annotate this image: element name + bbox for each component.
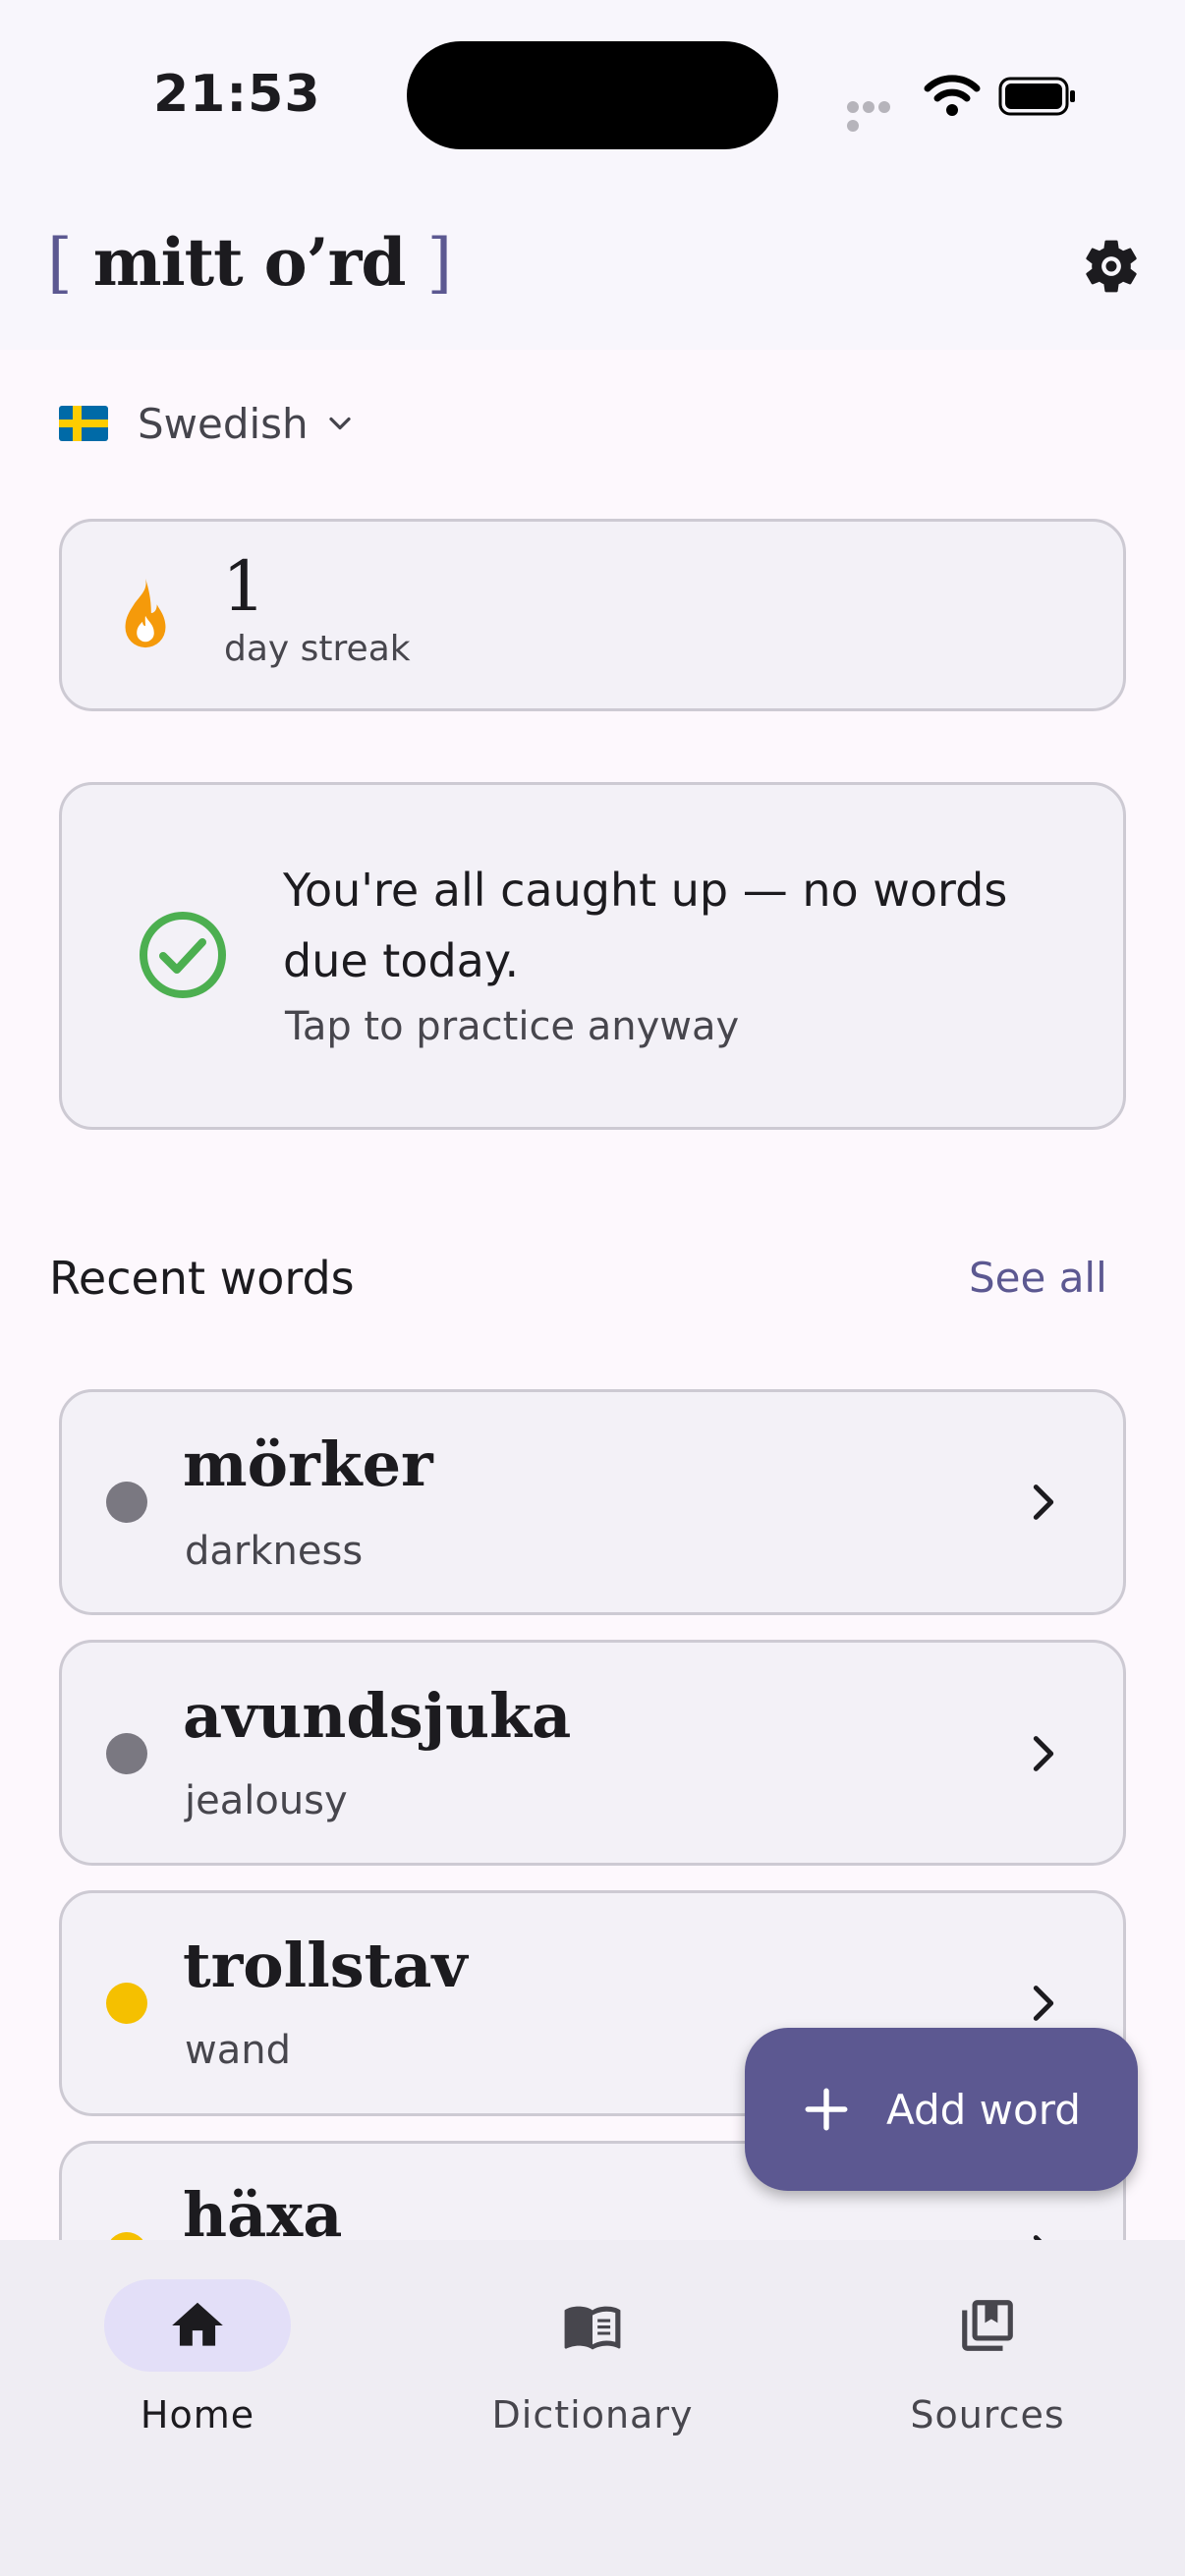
word-text: trollstav	[183, 1930, 468, 2001]
nav-label-dictionary: Dictionary	[491, 2393, 694, 2436]
word-text: mörker	[183, 1428, 433, 1500]
see-all-link[interactable]: See all	[969, 1254, 1107, 1302]
app-logo: [ mitt o’rd ]	[47, 224, 453, 301]
chevron-right-icon	[1033, 1986, 1054, 2021]
flame-icon	[125, 578, 166, 648]
logo-bracket-close: ]	[426, 225, 453, 301]
status-dot	[106, 1482, 147, 1523]
plus-icon	[805, 2088, 848, 2131]
word-translation: wand	[185, 2028, 291, 2073]
review-status-title: You're all caught up — no words due toda…	[283, 864, 1008, 987]
practice-anyway-label: Tap to practice anyway	[285, 1004, 740, 1049]
word-translation: darkness	[185, 1529, 364, 1574]
cellular-signal-icon	[847, 98, 908, 132]
status-dot	[106, 1733, 147, 1774]
chevron-right-icon	[1033, 1736, 1054, 1771]
nav-label-sources: Sources	[910, 2393, 1065, 2436]
language-label: Swedish	[138, 399, 309, 448]
nav-item-dictionary[interactable]: Dictionary	[445, 2279, 740, 2436]
check-circle-icon	[140, 912, 226, 998]
chevron-down-icon	[329, 417, 351, 430]
wifi-icon	[924, 75, 981, 116]
language-selector[interactable]: Swedish	[59, 391, 358, 456]
logo-bracket-open: [	[47, 225, 73, 301]
chevron-right-icon	[1033, 1484, 1054, 1520]
nav-indicator	[499, 2279, 686, 2372]
streak-label: day streak	[224, 629, 411, 669]
logo-text: mitt o’rd	[92, 224, 407, 301]
dynamic-island	[407, 41, 778, 149]
word-text: avundsjuka	[183, 1680, 572, 1752]
word-card[interactable]	[59, 1640, 1126, 1866]
add-word-label: Add word	[886, 2085, 1081, 2134]
streak-count: 1	[222, 546, 266, 627]
library-icon	[962, 2300, 1013, 2351]
book-icon	[564, 2306, 621, 2350]
recent-words-title: Recent words	[49, 1252, 355, 1305]
add-word-button[interactable]: Add word	[745, 2028, 1138, 2191]
battery-icon	[998, 77, 1075, 116]
streak-card	[59, 519, 1126, 711]
nav-indicator	[104, 2279, 291, 2372]
nav-label-home: Home	[140, 2393, 255, 2436]
status-time: 21:53	[153, 65, 321, 124]
home-icon	[172, 2302, 223, 2346]
swedish-flag-icon	[59, 406, 108, 441]
word-translation: jealousy	[185, 1778, 348, 1823]
gear-icon[interactable]	[1079, 234, 1144, 299]
nav-item-home[interactable]: Home	[50, 2279, 345, 2436]
status-dot	[106, 1983, 147, 2024]
word-card[interactable]	[59, 1389, 1126, 1615]
nav-indicator	[894, 2279, 1081, 2372]
nav-item-sources[interactable]: Sources	[840, 2279, 1135, 2436]
